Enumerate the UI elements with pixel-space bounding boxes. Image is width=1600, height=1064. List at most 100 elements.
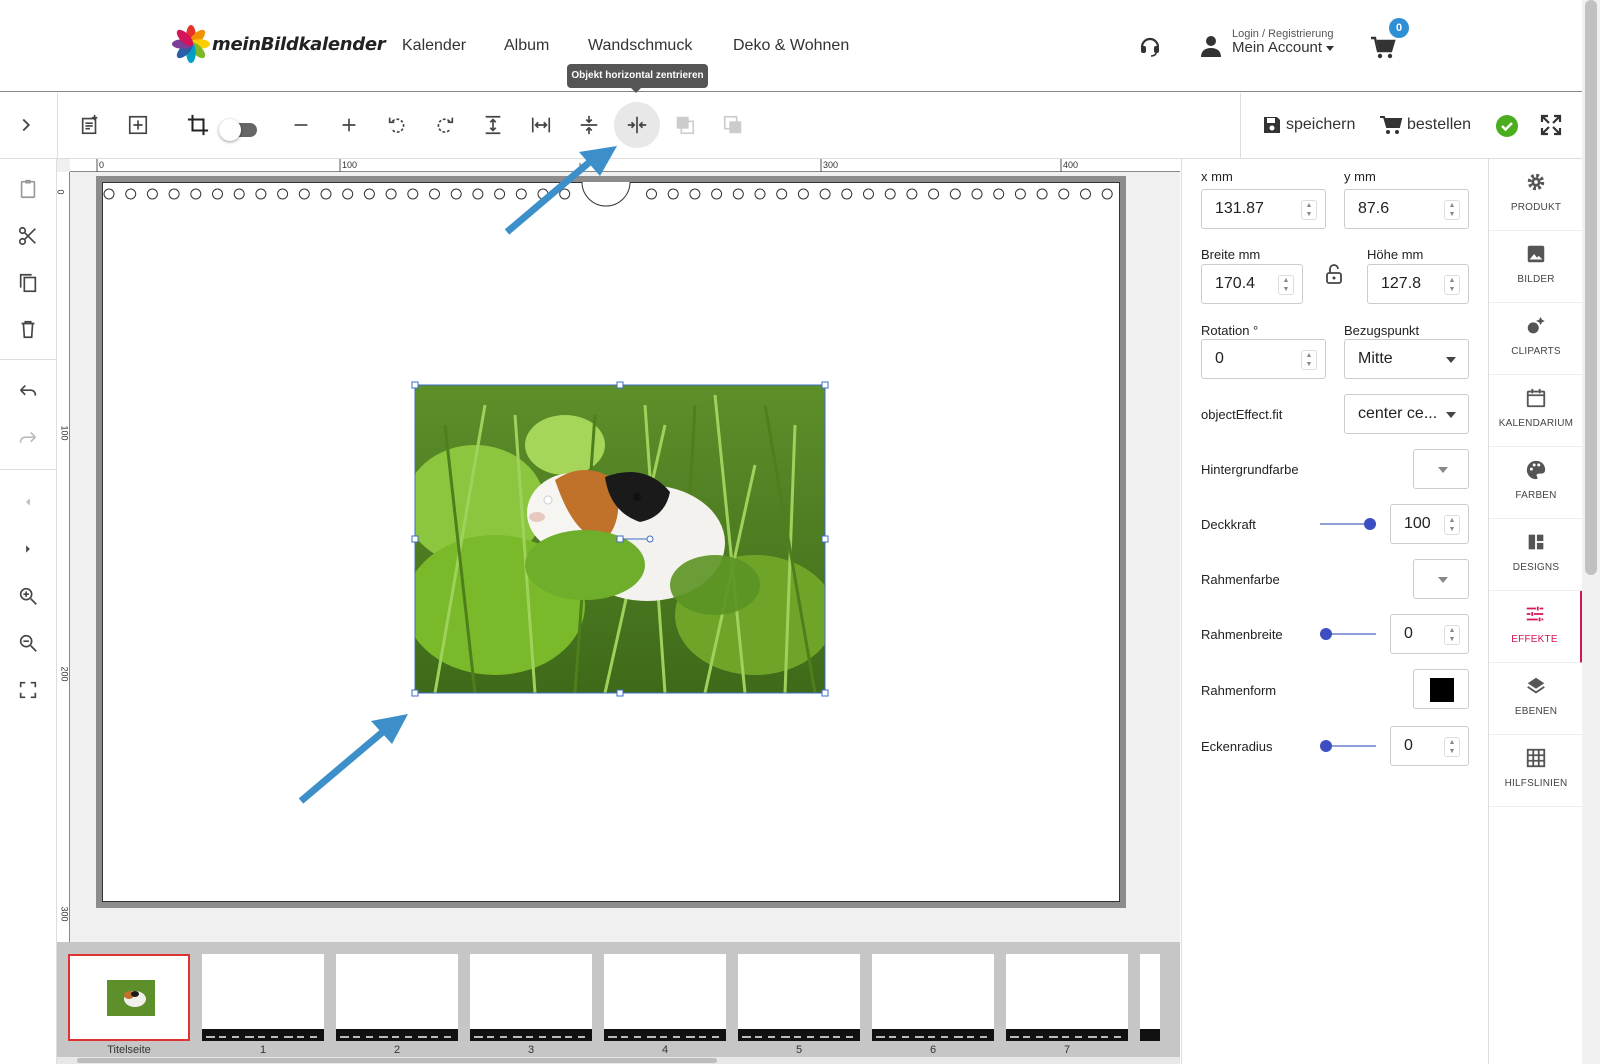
page-thumbnail[interactable] bbox=[738, 954, 860, 1041]
fullscreen-icon[interactable] bbox=[1540, 114, 1562, 136]
copy-icon[interactable] bbox=[14, 269, 42, 297]
rotate-right-icon[interactable] bbox=[428, 108, 462, 142]
crop-icon[interactable] bbox=[181, 108, 215, 142]
border-width-input[interactable]: 0 ▲ ▼ bbox=[1390, 614, 1469, 654]
nav-wandschmuck[interactable]: Wandschmuck bbox=[588, 37, 692, 55]
page-label: 4 bbox=[661, 1044, 669, 1056]
page-label: 5 bbox=[795, 1044, 803, 1056]
border-width-slider[interactable] bbox=[1320, 628, 1376, 640]
undo-icon[interactable] bbox=[14, 378, 42, 406]
account-label: Mein Account bbox=[1232, 39, 1323, 57]
width-input[interactable]: 170.4 ▲ ▼ bbox=[1201, 264, 1303, 304]
fit-height-icon[interactable] bbox=[476, 108, 510, 142]
selection-handles[interactable] bbox=[410, 380, 830, 698]
delete-trash-icon[interactable] bbox=[14, 315, 42, 343]
cut-scissors-icon[interactable] bbox=[14, 222, 42, 250]
brand-logo[interactable]: meinBildkalender bbox=[172, 25, 386, 63]
slider-thumb[interactable] bbox=[1320, 628, 1332, 640]
ruler-tick-label: 0 bbox=[99, 160, 105, 170]
page-thumbnail[interactable] bbox=[1006, 954, 1128, 1041]
opacity-label: Deckkraft bbox=[1201, 517, 1256, 532]
tab-designs[interactable]: DESIGNS bbox=[1489, 519, 1583, 591]
next-page-icon[interactable] bbox=[14, 535, 42, 563]
selected-photo-object[interactable] bbox=[405, 381, 835, 697]
center-vertical-icon[interactable] bbox=[572, 108, 606, 142]
account-menu[interactable]: Login / Registrierung Mein Account bbox=[1232, 28, 1335, 57]
page-thumbnail[interactable] bbox=[470, 954, 592, 1041]
calendar-page[interactable] bbox=[96, 176, 1126, 908]
fit-select[interactable]: center ce... bbox=[1344, 394, 1469, 434]
page-thumbnail[interactable] bbox=[1140, 954, 1160, 1041]
thumbnail-photo bbox=[107, 980, 155, 1016]
nav-album[interactable]: Album bbox=[504, 37, 549, 55]
editor-canvas[interactable]: 0 100 300 400 0 100 200 300 bbox=[55, 159, 1180, 942]
page-thumbnail[interactable] bbox=[336, 954, 458, 1041]
opacity-slider[interactable] bbox=[1320, 518, 1376, 530]
rotation-input[interactable]: 0 ▲ ▼ bbox=[1201, 339, 1326, 379]
nav-kalender[interactable]: Kalender bbox=[402, 37, 466, 55]
corner-radius-label: Eckenradius bbox=[1201, 739, 1273, 754]
paste-clipboard-icon[interactable] bbox=[14, 175, 42, 203]
flower-logo-icon bbox=[172, 25, 210, 63]
tab-cliparts[interactable]: CLIPARTS bbox=[1489, 303, 1583, 375]
page-label: Titelseite bbox=[107, 1044, 151, 1056]
tab-ebenen[interactable]: EBENEN bbox=[1489, 663, 1583, 735]
corner-radius-input[interactable]: 0 ▲ ▼ bbox=[1390, 726, 1469, 766]
zoom-out-icon[interactable] bbox=[284, 108, 318, 142]
page-thumbnail[interactable] bbox=[604, 954, 726, 1041]
x-input[interactable]: 131.87 ▲ ▼ bbox=[1201, 189, 1326, 229]
tab-effekte[interactable]: EFFEKTE bbox=[1489, 591, 1583, 663]
page-scrollbar[interactable] bbox=[1582, 0, 1600, 1064]
nav-deko-wohnen[interactable]: Deko & Wohnen bbox=[733, 37, 849, 55]
order-button[interactable]: bestellen bbox=[1379, 115, 1471, 135]
sliders-tune-icon bbox=[1526, 606, 1543, 622]
unlock-ratio-icon[interactable] bbox=[1323, 263, 1345, 285]
fit-width-icon[interactable] bbox=[524, 108, 558, 142]
top-navigation: meinBildkalender Kalender Album Wandschm… bbox=[0, 0, 1582, 92]
magnify-plus-icon[interactable] bbox=[14, 582, 42, 610]
ruler-tick-label: 300 bbox=[59, 906, 70, 922]
tab-bilder[interactable]: BILDER bbox=[1489, 231, 1583, 303]
tab-label: CLIPARTS bbox=[1511, 346, 1561, 357]
border-shape-picker[interactable] bbox=[1413, 669, 1469, 709]
border-color-picker[interactable] bbox=[1413, 559, 1469, 599]
page-thumbnail[interactable] bbox=[202, 954, 324, 1041]
y-label: y mm bbox=[1344, 169, 1376, 184]
user-icon[interactable] bbox=[1200, 34, 1222, 58]
tab-label: BILDER bbox=[1517, 274, 1555, 285]
tab-kalendarium[interactable]: KALENDARIUM bbox=[1489, 375, 1583, 447]
tab-produkt[interactable]: PRODUKT bbox=[1489, 159, 1583, 231]
save-button[interactable]: speichern bbox=[1262, 115, 1355, 135]
editor-toolbar: speichern bestellen bbox=[0, 93, 1582, 159]
page-thumbnail[interactable] bbox=[872, 954, 994, 1041]
height-input[interactable]: 127.8 ▲ ▼ bbox=[1367, 264, 1469, 304]
tab-farben[interactable]: FARBEN bbox=[1489, 447, 1583, 519]
page-label: 1 bbox=[259, 1044, 267, 1056]
crop-toggle-switch[interactable] bbox=[219, 119, 257, 141]
send-backward-icon bbox=[668, 108, 702, 142]
center-horizontal-icon[interactable] bbox=[614, 102, 660, 148]
tab-hilfslinien[interactable]: HILFSLINIEN bbox=[1489, 735, 1583, 807]
opacity-input[interactable]: 100 ▲ ▼ bbox=[1390, 504, 1469, 544]
support-headset-icon[interactable] bbox=[1138, 34, 1162, 58]
square-shape-icon bbox=[1430, 678, 1454, 702]
anchor-select[interactable]: Mitte bbox=[1344, 339, 1469, 379]
rotate-left-icon[interactable] bbox=[380, 108, 414, 142]
slider-thumb[interactable] bbox=[1320, 740, 1332, 752]
zoom-in-icon[interactable] bbox=[332, 108, 366, 142]
slider-thumb[interactable] bbox=[1364, 518, 1376, 530]
background-color-picker[interactable] bbox=[1413, 449, 1469, 489]
ruler-tick-label: 0 bbox=[55, 189, 66, 195]
cart-count-badge: 0 bbox=[1389, 18, 1409, 38]
filmstrip-scrollbar[interactable] bbox=[57, 1057, 1180, 1064]
add-page-icon[interactable] bbox=[73, 108, 107, 142]
fit-screen-icon[interactable] bbox=[14, 676, 42, 704]
corner-radius-slider[interactable] bbox=[1320, 740, 1376, 752]
add-frame-icon[interactable] bbox=[121, 108, 155, 142]
magnify-minus-icon[interactable] bbox=[14, 629, 42, 657]
page-thumbnail-cover[interactable] bbox=[68, 954, 190, 1041]
expand-chevron-right-icon[interactable] bbox=[9, 108, 43, 142]
y-input[interactable]: 87.6 ▲ ▼ bbox=[1344, 189, 1469, 229]
cart-icon[interactable] bbox=[1370, 36, 1396, 60]
tab-label: EBENEN bbox=[1514, 706, 1558, 717]
